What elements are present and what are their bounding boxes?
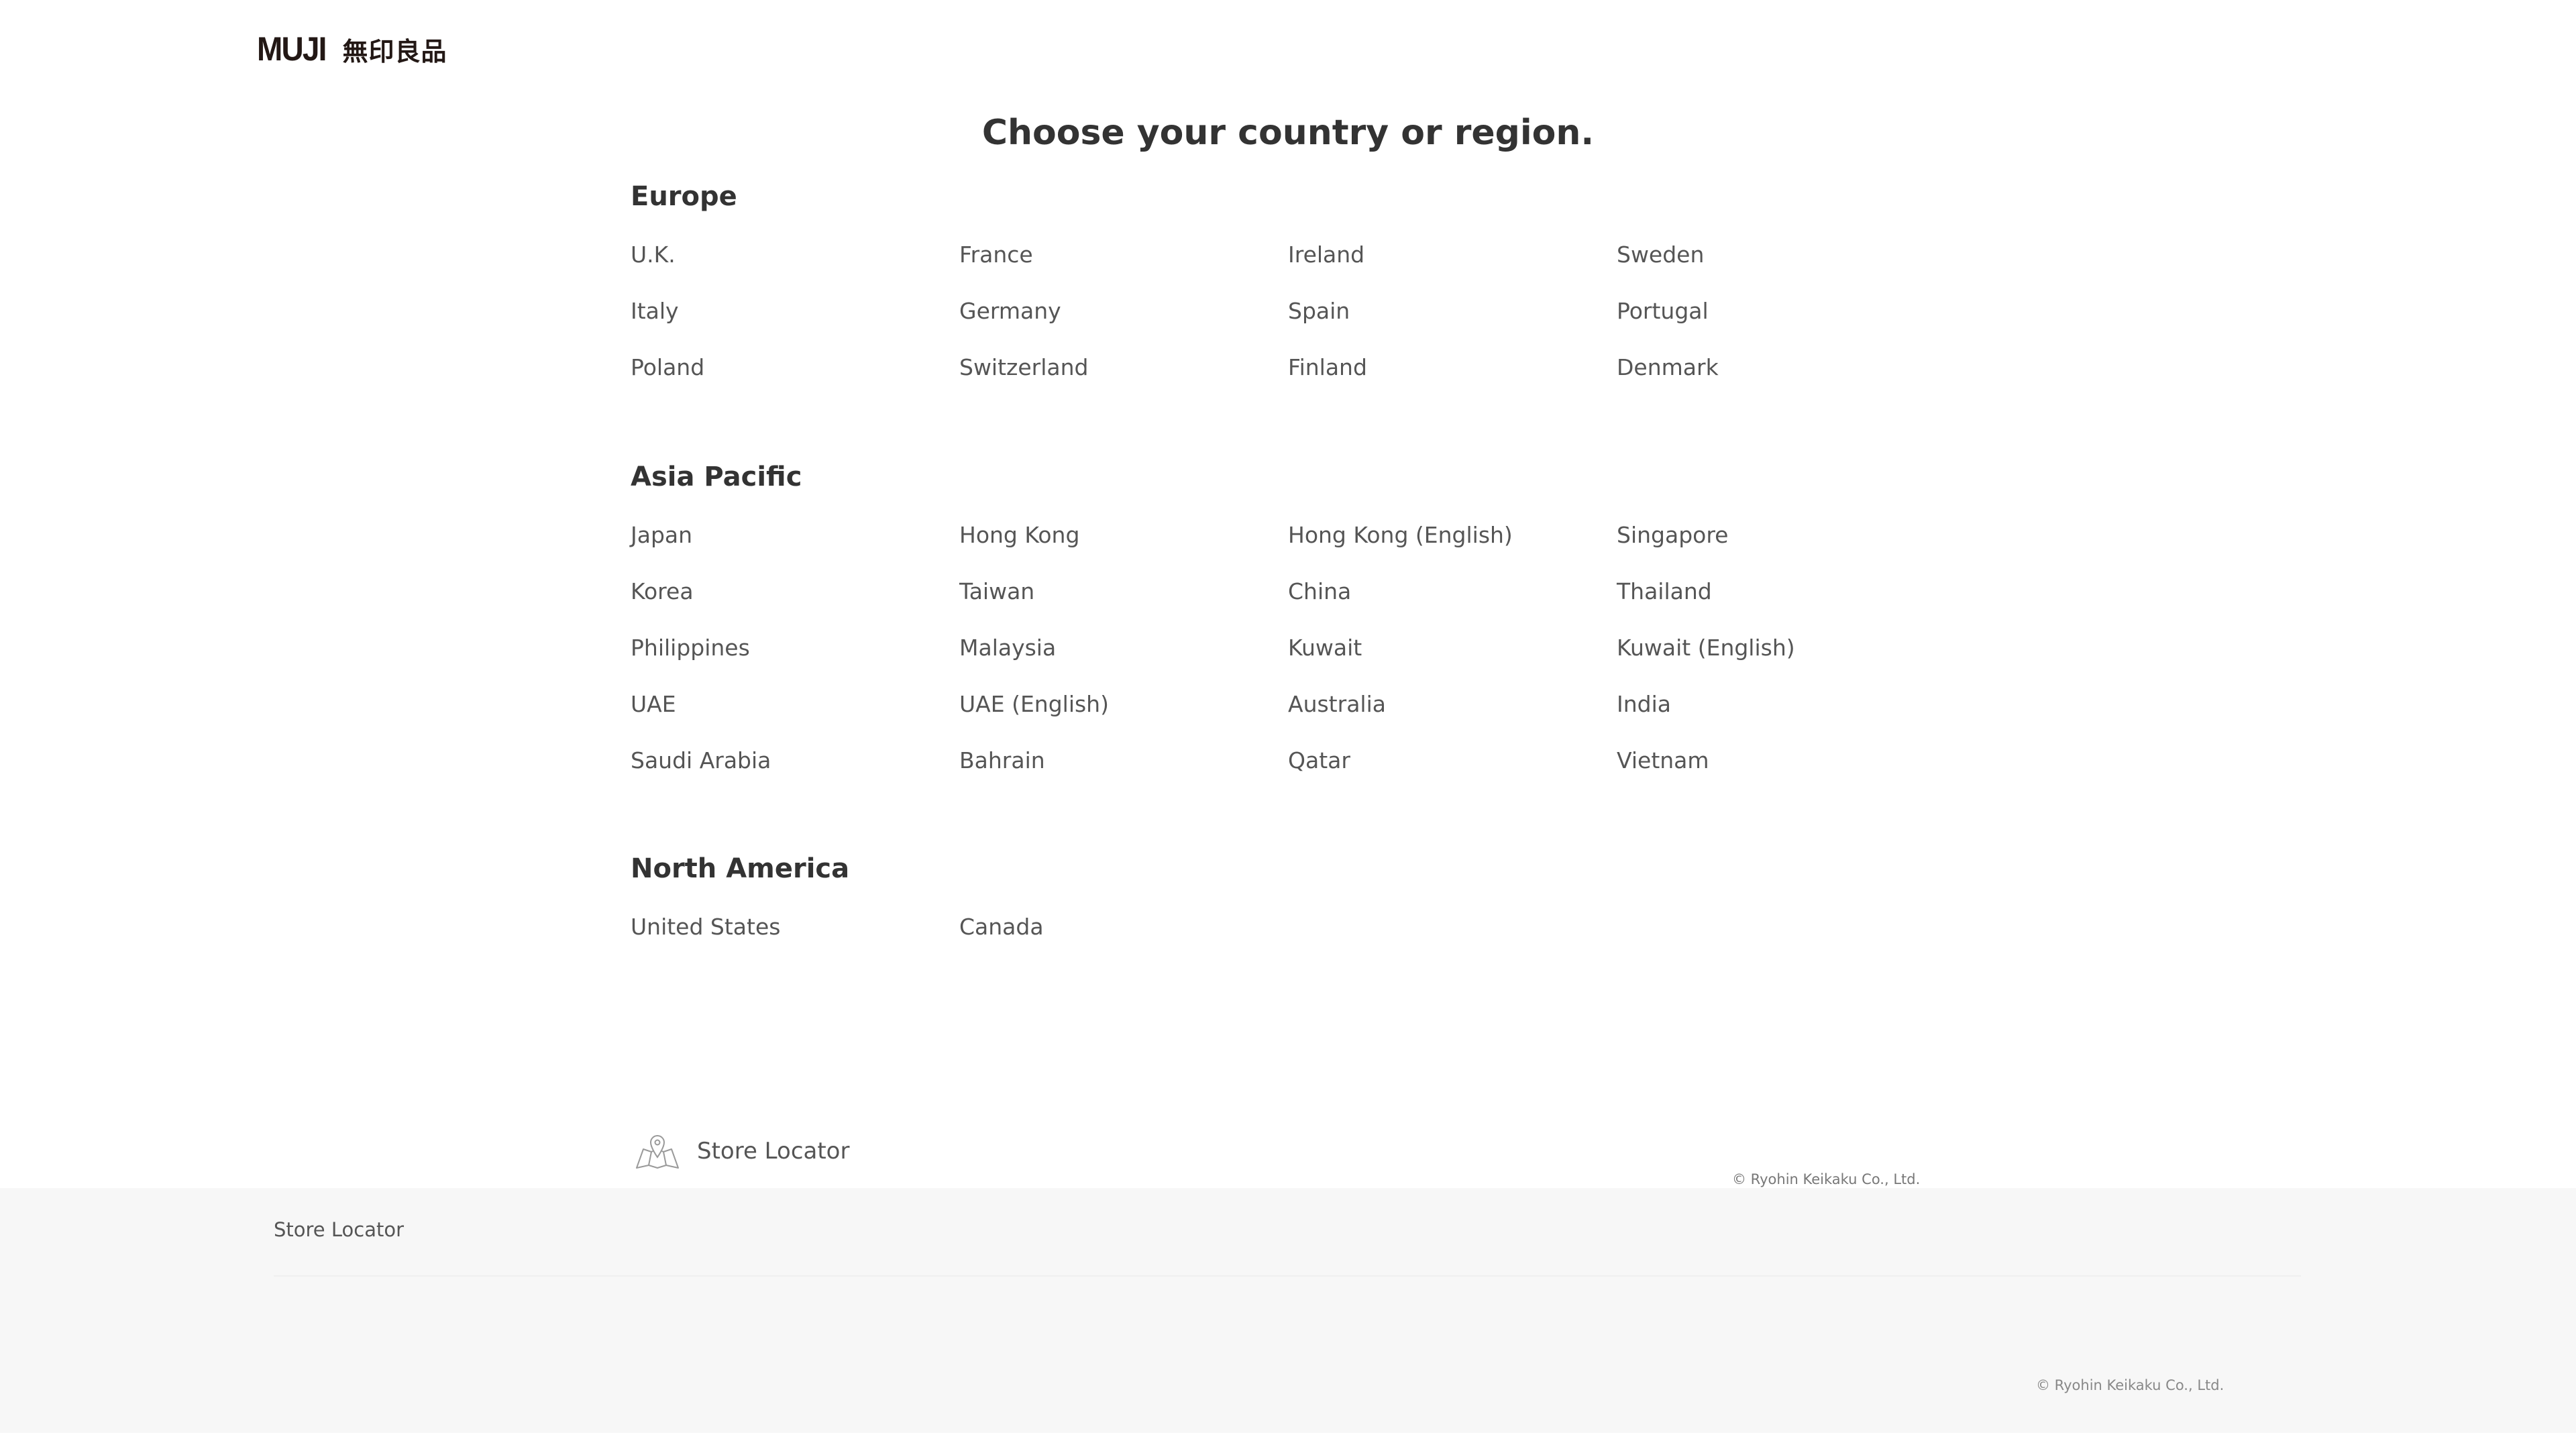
- country-link-india[interactable]: India: [1617, 688, 1945, 720]
- country-link-denmark[interactable]: Denmark: [1617, 352, 1945, 384]
- footer-divider: [274, 1275, 2301, 1277]
- region-title-asia-pacific: Asia Pacific: [631, 462, 802, 492]
- country-link-philippines[interactable]: Philippines: [631, 632, 959, 664]
- country-link-portugal[interactable]: Portugal: [1617, 295, 1945, 327]
- page: MUJI 無印良品 Choose your country or region.…: [0, 0, 2576, 1449]
- map-pin-icon: [634, 1129, 681, 1173]
- country-link-bahrain[interactable]: Bahrain: [959, 745, 1288, 777]
- country-link-italy[interactable]: Italy: [631, 295, 959, 327]
- footer-store-locator-link[interactable]: Store Locator: [274, 1218, 404, 1241]
- country-link-korea[interactable]: Korea: [631, 576, 959, 608]
- country-link-united-states[interactable]: United States: [631, 911, 959, 943]
- country-link-spain[interactable]: Spain: [1288, 295, 1617, 327]
- country-link-singapore[interactable]: Singapore: [1617, 519, 1945, 551]
- logo-kanji: 無印良品: [342, 37, 447, 66]
- country-list-europe: U.K. France Ireland Sweden Italy Germany…: [631, 239, 1945, 384]
- footer-copyright-text: © Ryohin Keikaku Co., Ltd.: [2036, 1377, 2224, 1393]
- muji-logo[interactable]: MUJI 無印良品: [257, 30, 447, 68]
- country-link-kuwait-english[interactable]: Kuwait (English): [1617, 632, 1945, 664]
- copyright-text: © Ryohin Keikaku Co., Ltd.: [1732, 1171, 1921, 1187]
- country-link-sweden[interactable]: Sweden: [1617, 239, 1945, 271]
- country-link-uae[interactable]: UAE: [631, 688, 959, 720]
- region-title-north-america: North America: [631, 853, 850, 884]
- country-link-switzerland[interactable]: Switzerland: [959, 352, 1288, 384]
- country-link-kuwait[interactable]: Kuwait: [1288, 632, 1617, 664]
- region-europe: Europe U.K. France Ireland Sweden Italy …: [631, 180, 1945, 384]
- region-asia-pacific: Asia Pacific Japan Hong Kong Hong Kong (…: [631, 460, 1945, 777]
- country-list-asia-pacific: Japan Hong Kong Hong Kong (English) Sing…: [631, 519, 1945, 777]
- country-link-hong-kong[interactable]: Hong Kong: [959, 519, 1288, 551]
- country-link-malaysia[interactable]: Malaysia: [959, 632, 1288, 664]
- page-title: Choose your country or region.: [981, 113, 1595, 153]
- country-link-finland[interactable]: Finland: [1288, 352, 1617, 384]
- logo-text: MUJI: [257, 30, 327, 68]
- country-link-vietnam[interactable]: Vietnam: [1617, 745, 1945, 777]
- country-link-australia[interactable]: Australia: [1288, 688, 1617, 720]
- region-north-america: North America United States Canada: [631, 852, 1945, 943]
- country-link-ireland[interactable]: Ireland: [1288, 239, 1617, 271]
- country-link-canada[interactable]: Canada: [959, 911, 1288, 943]
- country-link-saudi-arabia[interactable]: Saudi Arabia: [631, 745, 959, 777]
- country-link-china[interactable]: China: [1288, 576, 1617, 608]
- country-link-qatar[interactable]: Qatar: [1288, 745, 1617, 777]
- country-link-hong-kong-english[interactable]: Hong Kong (English): [1288, 519, 1617, 551]
- footer: Store Locator © Ryohin Keikaku Co., Ltd.: [0, 1188, 2576, 1433]
- region-title-europe: Europe: [631, 181, 737, 212]
- country-link-france[interactable]: France: [959, 239, 1288, 271]
- country-list-north-america: United States Canada: [631, 911, 1945, 943]
- store-locator-link[interactable]: Store Locator: [634, 1129, 849, 1173]
- country-link-poland[interactable]: Poland: [631, 352, 959, 384]
- country-link-germany[interactable]: Germany: [959, 295, 1288, 327]
- bottom-strip: [0, 1433, 2576, 1449]
- store-locator-label: Store Locator: [697, 1138, 850, 1165]
- country-link-taiwan[interactable]: Taiwan: [959, 576, 1288, 608]
- country-link-japan[interactable]: Japan: [631, 519, 959, 551]
- country-link-thailand[interactable]: Thailand: [1617, 576, 1945, 608]
- country-link-uae-english[interactable]: UAE (English): [959, 688, 1288, 720]
- country-link-uk[interactable]: U.K.: [631, 239, 959, 271]
